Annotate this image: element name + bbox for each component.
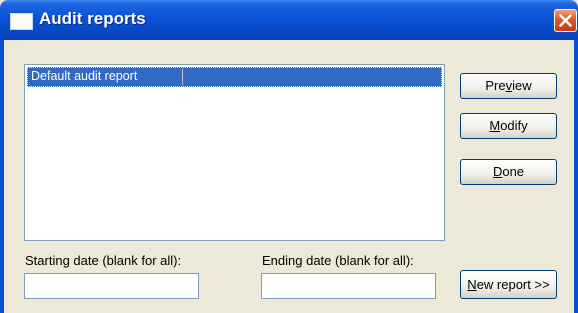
new-report-button[interactable]: New report >> xyxy=(460,270,557,299)
column-divider xyxy=(182,69,183,85)
audit-reports-dialog: Audit reports Default audit report Previ… xyxy=(0,0,578,313)
title-bar[interactable]: Audit reports xyxy=(0,0,578,40)
ending-date-input[interactable] xyxy=(261,273,436,299)
window-icon xyxy=(10,13,33,30)
close-button[interactable] xyxy=(554,9,577,32)
ending-date-label: Ending date (blank for all): xyxy=(262,253,414,268)
window-frame-left xyxy=(0,40,4,313)
starting-date-input[interactable] xyxy=(24,273,199,299)
done-button[interactable]: Done xyxy=(460,159,557,185)
window-frame-right xyxy=(574,40,578,313)
report-list-item[interactable]: Default audit report xyxy=(27,67,442,87)
starting-date-label: Starting date (blank for all): xyxy=(25,253,182,268)
report-list[interactable]: Default audit report xyxy=(24,64,445,241)
report-list-item-label: Default audit report xyxy=(31,69,138,83)
modify-button[interactable]: Modify xyxy=(460,113,557,139)
preview-button[interactable]: Preview xyxy=(460,73,557,99)
window-title: Audit reports xyxy=(39,9,146,28)
close-x-icon xyxy=(559,14,572,27)
